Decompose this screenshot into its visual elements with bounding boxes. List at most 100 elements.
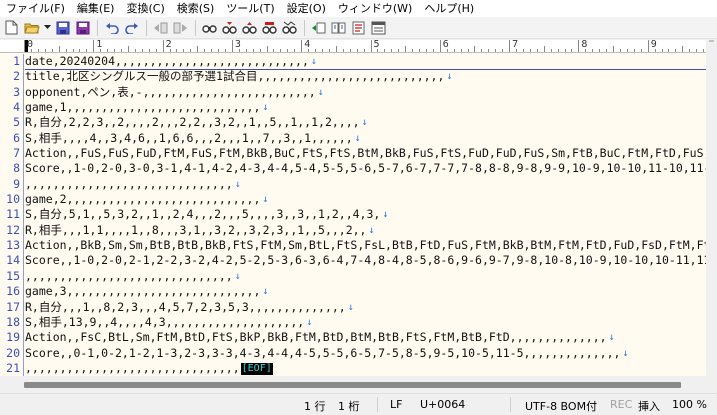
text-line[interactable]: Score,,1-0,2-0,2-1,2-2,3-2,4-2,5-2,5-3,6… [25, 253, 706, 268]
status-eol-type[interactable]: LF [390, 398, 402, 411]
ruler-tick [460, 49, 462, 52]
ruler-tick [488, 49, 490, 52]
text-line[interactable]: Score,,0-1,0-2,1-2,1-3,2-3,3-3,4-3,4-4,4… [25, 346, 706, 361]
ruler-tick [335, 46, 337, 52]
save-all-icon[interactable] [73, 19, 92, 37]
status-encoding[interactable]: UTF-8 BOM付 [525, 398, 597, 414]
line-number: 20 [6, 345, 20, 360]
ruler-tick [280, 49, 282, 52]
redo-icon[interactable] [122, 19, 141, 37]
line-feed-mark-icon: ↓ [234, 178, 241, 190]
save-icon[interactable] [53, 19, 72, 37]
text-line-content: title,北区シングルス一般の部予選1試合目,,,,,,,,,,,,,,,,,… [25, 69, 445, 84]
ruler-tick [405, 46, 407, 52]
text-line[interactable]: Action,,FuS,FuS,FuD,FtM,FuS,FtM,BkB,BuC,… [25, 146, 706, 161]
text-line[interactable]: Action,,BkB,Sm,Sm,BtB,BtB,BkB,FtS,FtM,Sm… [25, 238, 706, 253]
line-number-gutter: 1 2 3 4 5 6 7 8 9 10 11 12 13 14 15 16 17 18 19 20 21 [0, 54, 24, 376]
text-line[interactable]: ,,,,,,,,,,,,,,,,,,,,,,,,,,,,,, ↓ [25, 177, 706, 192]
find-icon[interactable] [200, 19, 219, 37]
line-number: 7 [13, 146, 20, 161]
ruler-tick [640, 49, 642, 52]
text-area[interactable]: date,20240204,,,,,,,,,,,,,,,,,,,,,,,,,,,… [25, 54, 706, 376]
ruler-tick [564, 49, 566, 52]
undo-icon[interactable] [102, 19, 121, 37]
menu-file[interactable]: ファイル(F) [0, 0, 71, 17]
ruler-tick [682, 46, 684, 52]
open-folder-icon[interactable] [22, 19, 41, 37]
ruler-tick [599, 49, 601, 52]
text-line[interactable]: S,相手,13,9,,4,,,,4,3,,,,,,,,,,,,,,,,,,,, ↓ [25, 315, 706, 330]
line-feed-mark-icon: ↓ [262, 102, 269, 114]
menu-settings[interactable]: 設定(O) [281, 0, 332, 17]
vertical-scroll-thumb[interactable] [709, 40, 714, 42]
menu-edit[interactable]: 編集(E) [71, 0, 121, 17]
text-line[interactable]: S,自分,5,1,,5,3,2,,1,,2,4,,,2,,,5,,,,3,,3,… [25, 207, 706, 222]
line-number: 18 [6, 314, 20, 329]
vertical-scrollbar[interactable] [706, 40, 717, 376]
text-line[interactable]: ,,,,,,,,,,,,,,,,,,,,,,,,,,,,,,, [EOF] [25, 361, 706, 376]
menu-convert[interactable]: 変換(C) [120, 0, 170, 17]
line-feed-mark-icon: ↓ [446, 71, 453, 83]
status-column: 1 桁 [338, 400, 360, 413]
line-feed-mark-icon: ↓ [361, 117, 368, 129]
text-line[interactable]: title,北区シングルス一般の部予選1試合目,,,,,,,,,,,,,,,,,… [25, 69, 706, 84]
ruler-tick [93, 40, 95, 52]
jump-forward-icon[interactable] [171, 19, 190, 37]
text-line[interactable]: R,相手,,,1,1,,,,1,,8,,,3,1,,3,2,,3,2,3,,1,… [25, 223, 706, 238]
text-line[interactable]: game,3,,,,,,,,,,,,,,,,,,,,,,,,,,,, ↓ [25, 284, 706, 299]
window-list-icon[interactable] [369, 19, 388, 37]
jump-back-icon[interactable] [151, 19, 170, 37]
find-next-icon[interactable] [220, 19, 239, 37]
ruler-number: 8 [581, 40, 588, 50]
ruler-number: 2 [165, 40, 172, 50]
status-zoom[interactable]: 100 % [672, 398, 707, 411]
menu-search[interactable]: 検索(S) [171, 0, 221, 17]
toolbar-separator [195, 19, 196, 36]
ruler-number: 9 [650, 40, 657, 50]
find-prev-icon[interactable] [240, 19, 259, 37]
line-number: 13 [6, 238, 20, 253]
line-feed-mark-icon: ↓ [310, 56, 317, 67]
cursor-line-underline [25, 68, 706, 70]
ruler-tick [613, 46, 615, 52]
outline-icon[interactable] [349, 19, 368, 37]
text-line[interactable]: ,,,,,,,,,,,,,,,,,,,,,,,,,,,,,, ↓ [25, 269, 706, 284]
menu-tools[interactable]: ツール(T) [220, 0, 280, 17]
text-line-content: opponent,ペン,表,-,,,,,,,,,,,,,,,,,,,,,,,,, [25, 84, 316, 99]
text-line[interactable]: date,20240204,,,,,,,,,,,,,,,,,,,,,,,,,,,… [25, 54, 706, 69]
dropdown-arrow-icon[interactable] [42, 19, 52, 37]
ruler-tick [557, 49, 559, 52]
ruler-tick [481, 49, 483, 52]
text-line[interactable]: Score,,1-0,2-0,3-0,3-1,4-1,4-2,4-3,4-4,5… [25, 161, 706, 176]
text-line[interactable]: opponent,ペン,表,-,,,,,,,,,,,,,,,,,,,,,,,,,… [25, 85, 706, 100]
replace-icon[interactable] [260, 19, 279, 37]
ruler-tick [58, 46, 60, 52]
menu-help[interactable]: ヘルプ(H) [418, 0, 480, 17]
horizontal-scrollbar[interactable] [0, 376, 717, 393]
text-line[interactable]: R,自分,2,2,3,,2,,,,2,,,2,2,,3,2,,1,,5,,1,,… [25, 115, 706, 130]
status-insert-mode[interactable]: 挿入 [638, 398, 660, 414]
toolbar-separator [304, 19, 305, 36]
new-file-icon[interactable] [2, 19, 21, 37]
text-line[interactable]: R,自分,,,1,,8,2,3,,,4,5,7,2,3,5,3,,,,,,,,,… [25, 300, 706, 315]
text-line-content: Action,,BkB,Sm,Sm,BtB,BtB,BkB,FtS,FtM,Sm… [25, 238, 706, 253]
text-line[interactable]: Action,,FsC,BtL,Sm,FtM,BtD,FtS,BkP,BkB,F… [25, 330, 706, 345]
horizontal-scroll-thumb[interactable] [24, 382, 681, 388]
ruler-tick [44, 49, 46, 52]
compare-icon[interactable] [329, 19, 348, 37]
ruler-tick [218, 49, 220, 52]
grep-icon[interactable] [280, 19, 299, 37]
ruler-tick [231, 40, 233, 52]
ruler-tick [197, 46, 199, 52]
ruler-tick [502, 49, 504, 52]
text-line[interactable]: game,1,,,,,,,,,,,,,,,,,,,,,,,,,,,, ↓ [25, 100, 706, 115]
toolbar-separator [146, 19, 147, 36]
ruler-tick [65, 49, 67, 52]
tag-jump-icon[interactable] [309, 19, 328, 37]
menu-window[interactable]: ウィンドウ(W) [332, 0, 418, 17]
text-line[interactable]: S,相手,,,,4,,3,4,6,,1,6,6,,,2,,,1,,7,,3,,1… [25, 131, 706, 146]
ruler-tick [224, 49, 226, 52]
text-line[interactable]: game,2,,,,,,,,,,,,,,,,,,,,,,,,,,,, ↓ [25, 192, 706, 207]
ruler-tick [356, 49, 358, 52]
editor-pane[interactable]: 012345678910 123456789101112131415161718… [0, 40, 706, 376]
